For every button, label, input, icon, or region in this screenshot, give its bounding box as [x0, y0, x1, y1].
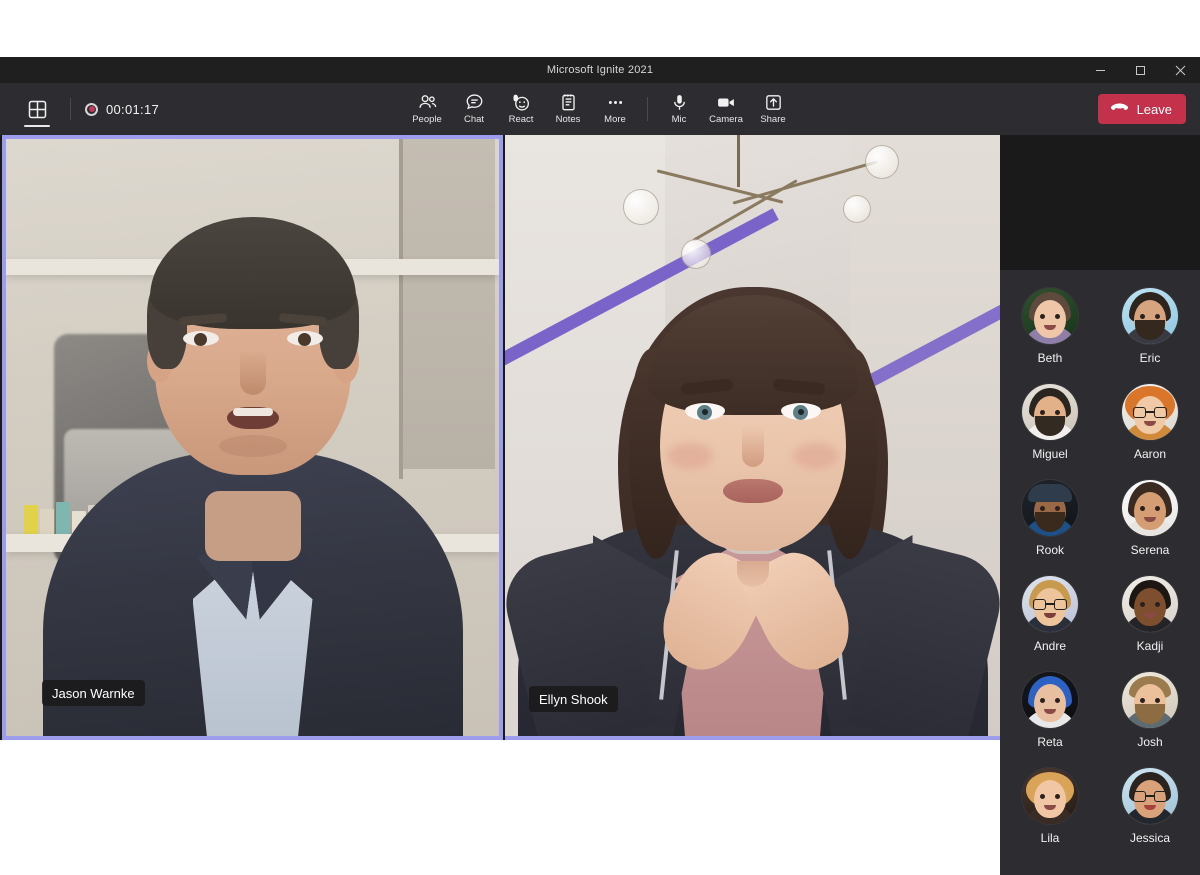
roster-participant-serena[interactable]: Serena — [1100, 480, 1200, 576]
react-button[interactable]: React — [498, 85, 545, 133]
roster-participant-kadji[interactable]: Kadji — [1100, 576, 1200, 672]
leave-button[interactable]: Leave — [1098, 94, 1186, 124]
roster-participant-josh[interactable]: Josh — [1100, 672, 1200, 768]
chat-icon — [465, 93, 484, 112]
mic-icon — [670, 93, 689, 112]
avatar — [1122, 576, 1178, 632]
toolbar-divider-2 — [647, 97, 648, 121]
mic-label: Mic — [672, 114, 687, 125]
minimize-button[interactable] — [1080, 57, 1120, 83]
hangup-icon — [1110, 101, 1129, 117]
avatar — [1022, 672, 1078, 728]
video-tile-ellyn-shook[interactable]: Ellyn Shook — [505, 135, 1000, 740]
avatar — [1122, 480, 1178, 536]
roster-participant-name: Miguel — [1032, 447, 1067, 461]
roster-participant-name: Andre — [1034, 639, 1066, 653]
maximize-button[interactable] — [1120, 57, 1160, 83]
roster-participant-name: Lila — [1041, 831, 1060, 845]
roster-participant-jessica[interactable]: Jessica — [1100, 768, 1200, 864]
toolbar-center-group: People Chat — [0, 83, 1200, 135]
avatar-video-feed — [505, 135, 1000, 740]
avatar — [1022, 768, 1078, 824]
roster-participant-miguel[interactable]: Miguel — [1000, 384, 1100, 480]
notes-label: Notes — [556, 114, 581, 125]
roster-participant-name: Serena — [1131, 543, 1170, 557]
roster-participant-name: Reta — [1037, 735, 1062, 749]
close-button[interactable] — [1160, 57, 1200, 83]
more-button[interactable]: More — [592, 85, 639, 133]
avatar — [1022, 480, 1078, 536]
react-label: React — [509, 114, 534, 125]
minimize-icon — [1095, 65, 1106, 76]
share-button[interactable]: Share — [750, 85, 797, 133]
camera-button[interactable]: Camera — [703, 85, 750, 133]
video-stage: Jason Warnke — [0, 135, 1200, 740]
avatar — [1122, 288, 1178, 344]
roster-participant-name: Beth — [1038, 351, 1063, 365]
avatar — [1122, 672, 1178, 728]
avatar — [1022, 288, 1078, 344]
toolbar-right-group: Leave — [1098, 83, 1186, 135]
participant-name-label: Jason Warnke — [42, 680, 145, 706]
roster-participant-reta[interactable]: Reta — [1000, 672, 1100, 768]
avatar — [1022, 384, 1078, 440]
meeting-toolbar: 00:01:17 People — [0, 83, 1200, 135]
notes-button[interactable]: Notes — [545, 85, 592, 133]
people-icon — [418, 93, 437, 112]
roster-participant-lila[interactable]: Lila — [1000, 768, 1100, 864]
maximize-icon — [1135, 65, 1146, 76]
avatar — [1122, 768, 1178, 824]
mic-button[interactable]: Mic — [656, 85, 703, 133]
roster-participant-name: Jessica — [1130, 831, 1170, 845]
share-icon — [764, 93, 783, 112]
participant-roster: Beth Eric — [1000, 270, 1200, 875]
roster-participant-name: Kadji — [1137, 639, 1164, 653]
chat-label: Chat — [464, 114, 484, 125]
avatar — [1122, 384, 1178, 440]
roster-participant-eric[interactable]: Eric — [1100, 288, 1200, 384]
roster-participant-name: Josh — [1137, 735, 1162, 749]
avatar — [1022, 576, 1078, 632]
people-label: People — [412, 114, 442, 125]
participant-name-label: Ellyn Shook — [529, 686, 618, 712]
roster-participant-andre[interactable]: Andre — [1000, 576, 1100, 672]
notes-icon — [559, 93, 578, 112]
title-bar: Microsoft Ignite 2021 — [0, 57, 1200, 83]
camera-icon — [716, 93, 736, 112]
react-icon — [511, 93, 531, 112]
roster-participant-name: Rook — [1036, 543, 1064, 557]
leave-label: Leave — [1137, 102, 1172, 117]
roster-participant-beth[interactable]: Beth — [1000, 288, 1100, 384]
chat-button[interactable]: Chat — [451, 85, 498, 133]
video-tile-jason-warnke[interactable]: Jason Warnke — [2, 135, 503, 740]
window-controls — [1080, 57, 1200, 83]
app-window: Microsoft Ignite 2021 — [0, 0, 1200, 800]
roster-participant-rook[interactable]: Rook — [1000, 480, 1100, 576]
share-label: Share — [760, 114, 785, 125]
people-button[interactable]: People — [404, 85, 451, 133]
window-title: Microsoft Ignite 2021 — [547, 64, 653, 76]
roster-participant-name: Eric — [1140, 351, 1161, 365]
close-icon — [1175, 65, 1186, 76]
participant-video-feed — [6, 139, 499, 736]
more-label: More — [604, 114, 626, 125]
roster-participant-aaron[interactable]: Aaron — [1100, 384, 1200, 480]
more-icon — [606, 93, 625, 112]
camera-label: Camera — [709, 114, 743, 125]
roster-participant-name: Aaron — [1134, 447, 1166, 461]
